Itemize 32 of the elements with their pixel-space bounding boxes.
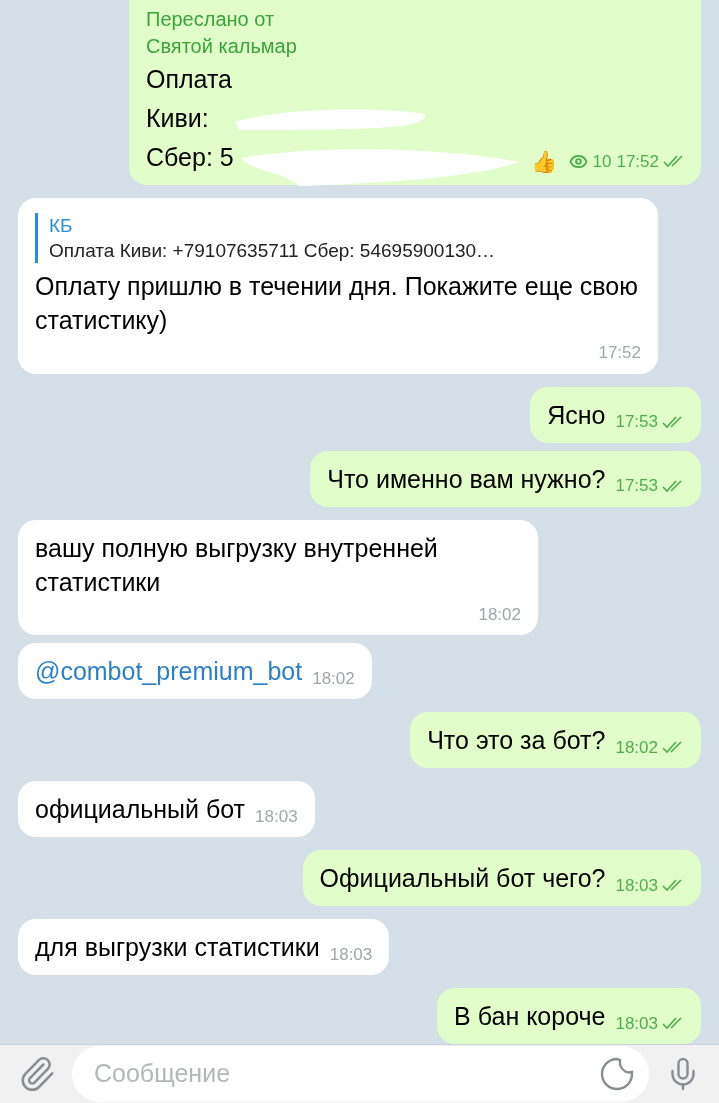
sticker-icon[interactable] [599,1056,635,1092]
reply-author: КБ [49,214,74,238]
message-time: 18:03 [615,1012,658,1035]
reply-quote[interactable]: КБ Оплата Киви: +79107635711 Сбер: 54695900130… [35,213,641,263]
message-text: для выгрузки статистики [35,932,320,963]
message-text: Ясно [547,399,606,431]
message-time: 17:53 [615,411,658,433]
message-time: 18:02 [478,603,521,626]
message-text: Что это за бот? [427,725,606,756]
message-text: Киви: [146,103,209,134]
view-count: 10 [592,150,612,173]
message-time: 18:02 [615,736,658,759]
message-text: Официальный бот чего? [319,863,606,894]
forwarded-label: Переслано от [146,7,276,32]
message-text: Оплата [146,64,232,95]
message-time: 18:03 [329,943,373,966]
forwarded-sender[interactable]: Святой кальмар [146,33,685,60]
message-time: 18:03 [255,805,298,828]
message-time: 17:52 [598,342,641,364]
message-text: В бан короче [454,1001,606,1032]
message-text: официальный бот [35,794,246,825]
message-time: 17:52 [616,150,659,173]
message-text: вашу полную выгрузку внутренней статистики [35,532,439,598]
message-input[interactable]: Сообщение [72,1046,649,1102]
reply-text: Оплата Киви: +79107635711 Сбер: 54695900130… [49,239,497,263]
message-text: Что именно вам нужно? [327,463,606,495]
message-time: 18:03 [615,874,658,897]
message-time: 18:02 [312,667,355,690]
message-text: Сбер: 5 [146,142,234,173]
message-time: 17:53 [615,475,658,497]
bot-link[interactable]: @combot_premium_bot [35,654,303,688]
message-text: Оплату пришлю в течении дня. Покажите еще свою статистику) [35,271,639,336]
